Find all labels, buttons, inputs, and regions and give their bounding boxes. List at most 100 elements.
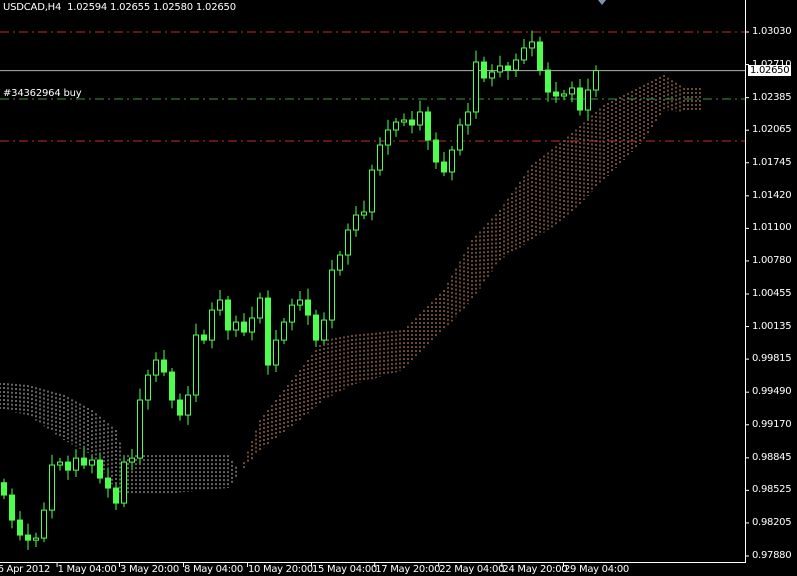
bull-candle — [529, 41, 535, 49]
bear-candle — [9, 494, 15, 521]
bull-candle — [585, 89, 591, 111]
price-tick-label: 0.99815 — [752, 353, 792, 365]
price-tick-label: 1.00135 — [752, 320, 792, 332]
bull-candle — [129, 457, 135, 463]
bull-candle — [297, 299, 303, 306]
bull-candle — [49, 464, 55, 511]
bull-candle — [473, 61, 479, 113]
bull-candle — [417, 111, 423, 126]
bull-candle — [89, 459, 95, 466]
bull-candle — [249, 317, 255, 333]
price-tick-label: 0.98525 — [752, 484, 792, 496]
bear-candle — [1, 482, 7, 496]
bull-candle — [193, 334, 199, 396]
bear-candle — [105, 477, 111, 489]
bull-candle — [281, 321, 287, 341]
bull-candle — [217, 299, 223, 311]
price-tick-label: 1.03030 — [752, 26, 792, 37]
bull-candle — [337, 254, 343, 271]
bull-candle — [329, 269, 335, 321]
time-tick-label: 24 May 20:00 — [502, 564, 568, 575]
bear-candle — [433, 139, 439, 163]
price-tick-label: 0.99170 — [752, 418, 792, 430]
bear-candle — [265, 297, 271, 366]
bull-candle — [41, 509, 47, 539]
bear-candle — [505, 65, 511, 71]
bull-candle — [521, 47, 527, 61]
bull-candle — [257, 297, 263, 319]
price-tick-label: 1.00455 — [752, 288, 792, 299]
bear-candle — [113, 487, 119, 504]
bull-candle — [233, 321, 239, 331]
bull-candle — [569, 87, 575, 95]
time-tick-label: 29 May 04:00 — [564, 564, 629, 575]
price-tick-label: 0.98845 — [752, 451, 792, 463]
bear-candle — [17, 519, 23, 536]
bear-candle — [441, 161, 447, 173]
bear-candle — [225, 299, 231, 331]
price-tick-label: 0.99490 — [752, 386, 792, 398]
bull-candle — [457, 124, 463, 151]
price-tick-label: 0.98205 — [752, 516, 792, 528]
price-tick-label: 1.02385 — [752, 91, 792, 103]
bull-candle — [377, 144, 383, 171]
time-tick-label: 15 May 04:00 — [312, 564, 377, 575]
bull-candle — [185, 394, 191, 416]
bull-candle — [449, 149, 455, 173]
bear-candle — [481, 61, 487, 79]
bear-candle — [425, 111, 431, 141]
bull-candle — [33, 537, 39, 541]
chart-shift-marker-icon — [598, 0, 606, 5]
bull-candle — [401, 119, 407, 123]
bull-candle — [321, 319, 327, 341]
chart-title: USDCAD,H4 1.02594 1.02655 1.02580 1.0265… — [3, 2, 236, 13]
price-chart[interactable] — [0, 0, 797, 576]
order-line-label: #34362964 buy — [3, 88, 82, 99]
bull-candle — [393, 121, 399, 131]
time-tick-label: 1 May 04:00 — [57, 564, 117, 575]
bear-candle — [409, 119, 415, 126]
bear-candle — [169, 371, 175, 401]
price-tick-label: 1.01745 — [752, 156, 792, 168]
bull-candle — [209, 309, 215, 341]
bull-candle — [369, 169, 375, 213]
bull-candle — [273, 339, 279, 366]
bull-candle — [145, 374, 151, 401]
bear-candle — [305, 299, 311, 316]
bull-candle — [137, 399, 143, 459]
bear-candle — [81, 457, 87, 466]
bull-candle — [345, 229, 351, 256]
time-tick-label: 10 May 20:00 — [248, 564, 313, 575]
bull-candle — [513, 59, 519, 71]
time-tick-label: 3 May 20:00 — [120, 564, 179, 575]
bull-candle — [465, 111, 471, 126]
bull-candle — [73, 457, 79, 471]
price-tick-label: 0.97880 — [752, 550, 792, 561]
bull-candle — [561, 93, 567, 97]
time-tick-label: 6 Apr 2012 — [0, 564, 51, 575]
bear-candle — [161, 359, 167, 373]
bear-candle — [553, 91, 559, 97]
bull-candle — [593, 70, 599, 91]
bull-candle — [353, 214, 359, 231]
bear-candle — [537, 41, 543, 71]
time-tick-label: 8 May 04:00 — [184, 564, 243, 575]
price-tick-label: 1.00780 — [752, 254, 792, 266]
bear-candle — [97, 459, 103, 479]
bull-candle — [57, 461, 63, 466]
bear-candle — [201, 334, 207, 341]
bear-candle — [177, 399, 183, 416]
bear-candle — [25, 534, 31, 541]
bull-candle — [289, 304, 295, 323]
bull-candle — [361, 211, 367, 216]
bear-candle — [577, 87, 583, 111]
bear-candle — [545, 69, 551, 93]
bull-candle — [385, 129, 391, 146]
time-tick-label: 22 May 04:00 — [439, 564, 505, 575]
time-tick-label: 17 May 20:00 — [375, 564, 441, 575]
bull-candle — [153, 359, 159, 376]
bear-candle — [313, 314, 319, 341]
bull-candle — [121, 461, 127, 504]
bear-candle — [65, 461, 71, 471]
current-price-label: 1.02650 — [748, 64, 792, 76]
